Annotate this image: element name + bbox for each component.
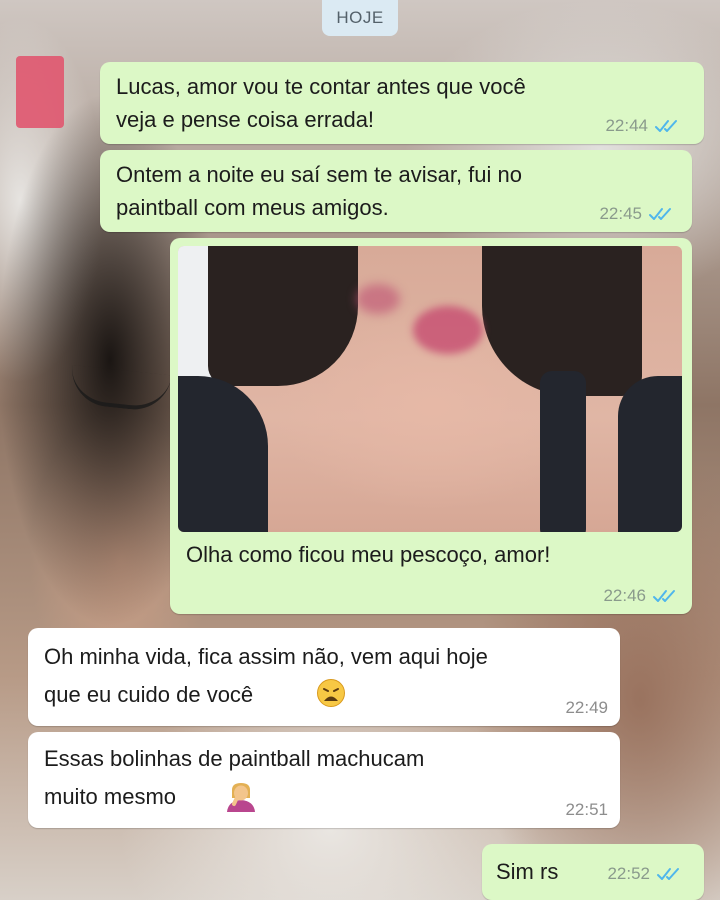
incoming-message[interactable]: Oh minha vida, fica assim não, vem aqui …	[28, 628, 620, 726]
message-time: 22:49	[565, 698, 608, 717]
message-meta: 22:45	[599, 204, 676, 224]
photo-detail	[540, 371, 586, 532]
read-receipt-icon	[649, 208, 671, 220]
message-text: Sim rs	[496, 859, 559, 884]
outgoing-image-message[interactable]: Olha como ficou meu pescoço, amor! 22:46	[170, 238, 692, 614]
date-label: HOJE	[336, 8, 384, 27]
message-meta: 22:44	[605, 116, 682, 136]
date-separator: HOJE	[322, 0, 398, 36]
message-text: Oh minha vida, fica assim não, vem aqui …	[44, 644, 488, 707]
person-facepalming-icon	[227, 783, 255, 812]
weary-face-icon	[317, 679, 345, 707]
photo-detail	[208, 246, 358, 386]
photo-detail	[356, 284, 400, 314]
photo-detail	[178, 376, 268, 532]
message-time: 22:45	[599, 204, 642, 223]
message-meta: 22:49	[565, 698, 608, 718]
outgoing-message[interactable]: Sim rs 22:52	[482, 844, 704, 900]
wallpaper-detail	[68, 364, 172, 414]
message-meta: 22:52	[607, 864, 684, 884]
wallpaper-detail	[16, 56, 64, 128]
photo-detail	[618, 376, 682, 532]
message-meta: 22:46	[603, 586, 680, 606]
message-time: 22:51	[565, 800, 608, 819]
message-photo[interactable]	[178, 246, 682, 532]
message-time: 22:44	[605, 116, 648, 135]
outgoing-message[interactable]: Lucas, amor vou te contar antes que você…	[100, 62, 704, 144]
read-receipt-icon	[657, 868, 679, 880]
photo-detail	[413, 306, 483, 354]
read-receipt-icon	[655, 120, 677, 132]
outgoing-message[interactable]: Ontem a noite eu saí sem te avisar, fui …	[100, 150, 692, 232]
message-text: Lucas, amor vou te contar antes que você…	[116, 74, 526, 132]
incoming-message[interactable]: Essas bolinhas de paintball machucam mui…	[28, 732, 620, 828]
message-meta: 22:51	[565, 800, 608, 820]
image-caption: Olha como ficou meu pescoço, amor!	[186, 542, 551, 567]
message-time: 22:46	[603, 586, 646, 605]
message-time: 22:52	[607, 864, 650, 883]
message-text: Ontem a noite eu saí sem te avisar, fui …	[116, 162, 522, 220]
read-receipt-icon	[653, 590, 675, 602]
